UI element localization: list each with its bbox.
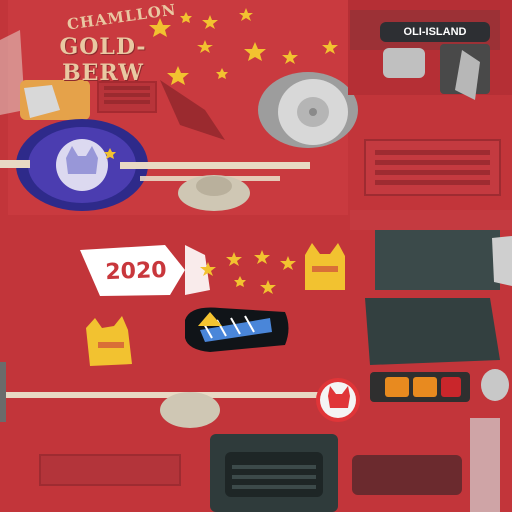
island-label: OLI-ISLAND <box>380 22 490 42</box>
brand-main-text: GOLD-BERW <box>59 34 147 86</box>
vent-grille-right <box>364 139 501 196</box>
wheel-icon <box>258 72 358 148</box>
year-label: 2020 <box>104 257 168 286</box>
tail-light-icon <box>370 372 470 402</box>
vent-bottom-left <box>39 454 181 486</box>
vent-grille-top <box>97 81 157 113</box>
front-grille <box>210 434 338 512</box>
cat-face-icon <box>316 378 360 422</box>
stripe-lower <box>0 392 320 398</box>
bumper-knob-lower <box>160 392 220 428</box>
mirror-part-a <box>383 48 425 78</box>
flame-decal <box>185 307 289 352</box>
vent-bottom-right <box>352 455 462 495</box>
slate-panel-top <box>375 228 500 290</box>
stripe-left <box>0 160 30 168</box>
slate-panel-bottom <box>365 298 500 365</box>
stripe-main <box>120 162 310 169</box>
